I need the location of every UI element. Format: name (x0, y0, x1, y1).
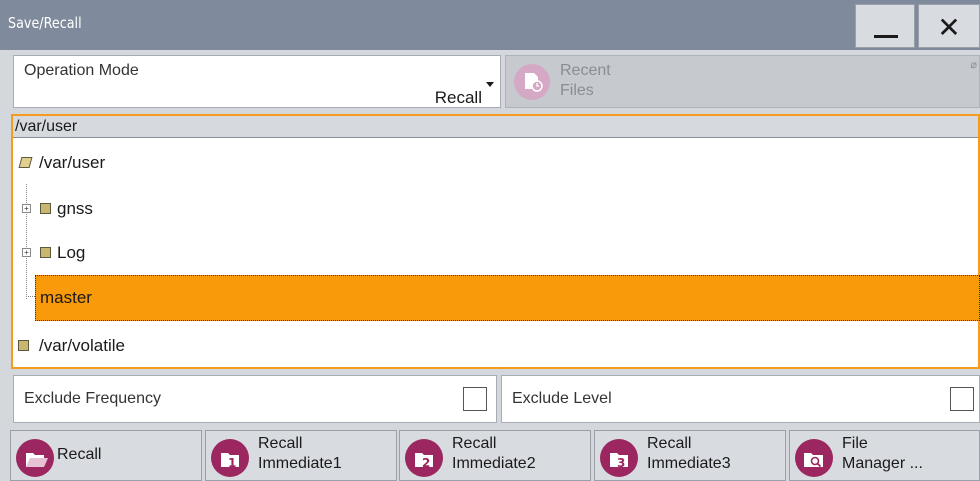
tree-item-label: /var/volatile (39, 336, 125, 355)
tree-item-label: Log (57, 243, 86, 262)
title-bar: Save/Recall ✕ (0, 0, 980, 50)
file-browser: /var/user /var/user + gnss + Log master … (11, 114, 980, 369)
recall-immediate3-label-2: Immediate3 (647, 455, 731, 472)
exclude-level-label: Exclude Level (512, 390, 612, 407)
close-icon: ✕ (937, 11, 961, 44)
file-manager-label-1: File (842, 435, 868, 452)
tree-item-log[interactable]: + Log (13, 230, 978, 274)
svg-text:2: 2 (422, 456, 430, 470)
recent-files-label-2: Files (560, 82, 594, 99)
recall-button[interactable]: Recall (10, 430, 202, 481)
recall-immediate2-label-1: Recall (452, 435, 497, 452)
recall-immediate3-icon: 3 (600, 439, 638, 477)
exclude-level-row: Exclude Level (501, 375, 980, 423)
recent-files-label-1: Recent (560, 62, 611, 79)
recall-immediate3-button[interactable]: 3 Recall Immediate3 (594, 430, 786, 481)
exclude-frequency-row: Exclude Frequency (13, 375, 497, 423)
recent-files-icon (514, 64, 550, 100)
recall-immediate1-icon: 1 (211, 439, 249, 477)
link-icon: ⌀ (970, 59, 977, 71)
folder-icon (18, 340, 29, 351)
tree-item-gnss[interactable]: + gnss (13, 186, 978, 230)
file-manager-label-2: Manager ... (842, 455, 923, 472)
recall-immediate2-label-2: Immediate2 (452, 455, 536, 472)
minimize-icon (874, 35, 898, 38)
svg-text:3: 3 (617, 456, 625, 470)
current-path: /var/user (13, 116, 978, 138)
minimize-button[interactable] (855, 4, 915, 48)
exclude-level-checkbox[interactable] (950, 387, 974, 411)
current-path-text: /var/user (15, 118, 78, 135)
recall-immediate1-label-2: Immediate1 (258, 455, 342, 472)
folder-icon (40, 203, 51, 214)
recall-label: Recall (57, 446, 102, 463)
tree-connector-line (26, 296, 35, 297)
file-manager-button[interactable]: File Manager ... (789, 430, 980, 481)
exclude-frequency-checkbox[interactable] (463, 387, 487, 411)
tree-item-label: /var/user (39, 153, 106, 172)
tree-item-label: gnss (57, 199, 93, 218)
expand-icon[interactable]: + (22, 204, 31, 213)
close-button[interactable]: ✕ (918, 4, 980, 48)
exclude-frequency-label: Exclude Frequency (24, 390, 161, 407)
svg-text:1: 1 (228, 456, 236, 470)
dropdown-arrow-icon (486, 82, 494, 87)
tree-item-var-user[interactable]: /var/user (13, 140, 978, 184)
tree-item-master[interactable]: master (35, 275, 980, 321)
tree-item-label: master (40, 288, 92, 307)
recall-immediate2-icon: 2 (405, 439, 443, 477)
folder-icon (40, 247, 51, 258)
file-manager-icon (795, 439, 833, 477)
recall-immediate1-button[interactable]: 1 Recall Immediate1 (205, 430, 397, 481)
recall-immediate2-button[interactable]: 2 Recall Immediate2 (399, 430, 591, 481)
expand-icon[interactable]: + (22, 248, 31, 257)
recent-files-button[interactable]: Recent Files ⌀ (505, 55, 980, 108)
window-title: Save/Recall (8, 14, 82, 32)
recall-immediate3-label-1: Recall (647, 435, 692, 452)
operation-mode-select[interactable]: Operation Mode Recall (13, 55, 501, 108)
folder-open-icon (18, 157, 33, 168)
recall-folder-icon (16, 439, 54, 477)
operation-mode-value: Recall (434, 88, 482, 107)
operation-mode-label: Operation Mode (24, 62, 139, 79)
tree-item-var-volatile[interactable]: /var/volatile (13, 323, 978, 367)
recall-immediate1-label-1: Recall (258, 435, 303, 452)
